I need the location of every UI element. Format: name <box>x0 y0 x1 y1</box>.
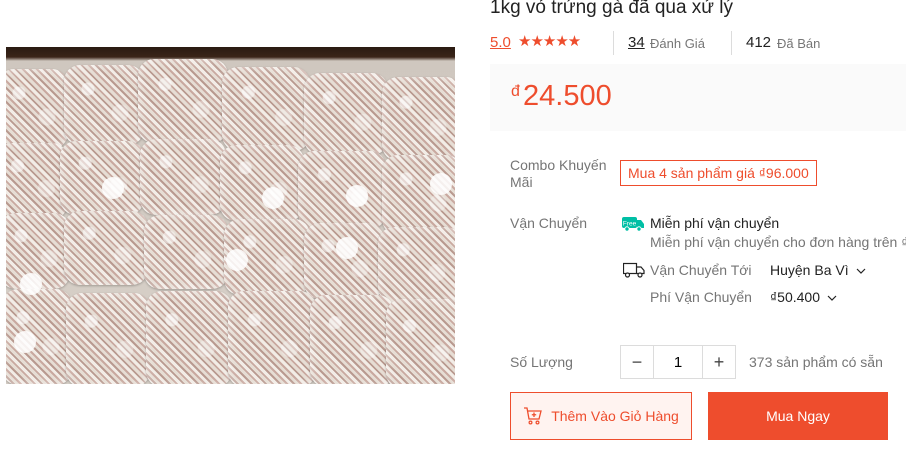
divider <box>613 31 614 55</box>
rating-stars-icon: ★★★★★ <box>518 33 581 50</box>
free-badge-text: Free <box>623 221 637 228</box>
quantity-increase-button[interactable]: + <box>703 346 735 378</box>
add-to-cart-icon <box>524 407 543 425</box>
quantity-label: Số Lượng <box>510 354 573 370</box>
quantity-input[interactable] <box>653 346 703 378</box>
product-price: 24.500 <box>523 80 612 112</box>
free-shipping-title: Miễn phí vận chuyển <box>650 215 780 231</box>
add-to-cart-label: Thêm Vào Giỏ Hàng <box>551 408 679 424</box>
ship-to-label: Vận Chuyển Tới <box>650 262 752 278</box>
rating-value[interactable]: 5.0 <box>490 34 511 51</box>
promo-combo-tag[interactable]: Mua 4 sản phẩm giá ₫96.000 <box>620 160 817 186</box>
promo-label: Combo Khuyến Mãi <box>510 157 607 190</box>
shipping-fee-label: Phí Vận Chuyển <box>650 289 752 305</box>
add-to-cart-button[interactable]: Thêm Vào Giỏ Hàng <box>510 392 692 440</box>
shipping-fee-amount[interactable]: ₫50.400 <box>770 289 820 305</box>
divider <box>731 31 732 55</box>
quantity-stepper: − + <box>620 345 736 379</box>
ship-to-value[interactable]: Huyện Ba Vì <box>770 262 866 278</box>
review-label: Đánh Giá <box>650 36 705 51</box>
truck-icon <box>623 262 645 278</box>
shipping-label: Vận Chuyển <box>510 215 588 231</box>
free-shipping-icon: Free <box>622 217 644 232</box>
product-image[interactable] <box>6 47 455 384</box>
currency-symbol: đ <box>511 83 520 100</box>
chevron-down-icon[interactable] <box>856 267 866 275</box>
ship-to-location[interactable]: Huyện Ba Vì <box>770 262 849 278</box>
sold-label: Đã Bán <box>777 36 821 51</box>
stock-count: 373 sản phẩm có sẵn <box>749 354 883 370</box>
chevron-down-icon[interactable] <box>827 294 837 302</box>
shipping-fee-value[interactable]: ₫50.400 <box>770 289 837 305</box>
sold-count: 412 <box>746 34 772 51</box>
quantity-decrease-button[interactable]: − <box>621 346 653 378</box>
free-shipping-desc: Miễn phí vận chuyển cho đơn hàng trên ₫ <box>650 234 906 250</box>
product-title: 1kg vỏ trứng gà đã qua xử lý <box>490 0 734 18</box>
review-count[interactable]: 34 <box>628 34 645 51</box>
buy-now-button[interactable]: Mua Ngay <box>708 392 888 440</box>
